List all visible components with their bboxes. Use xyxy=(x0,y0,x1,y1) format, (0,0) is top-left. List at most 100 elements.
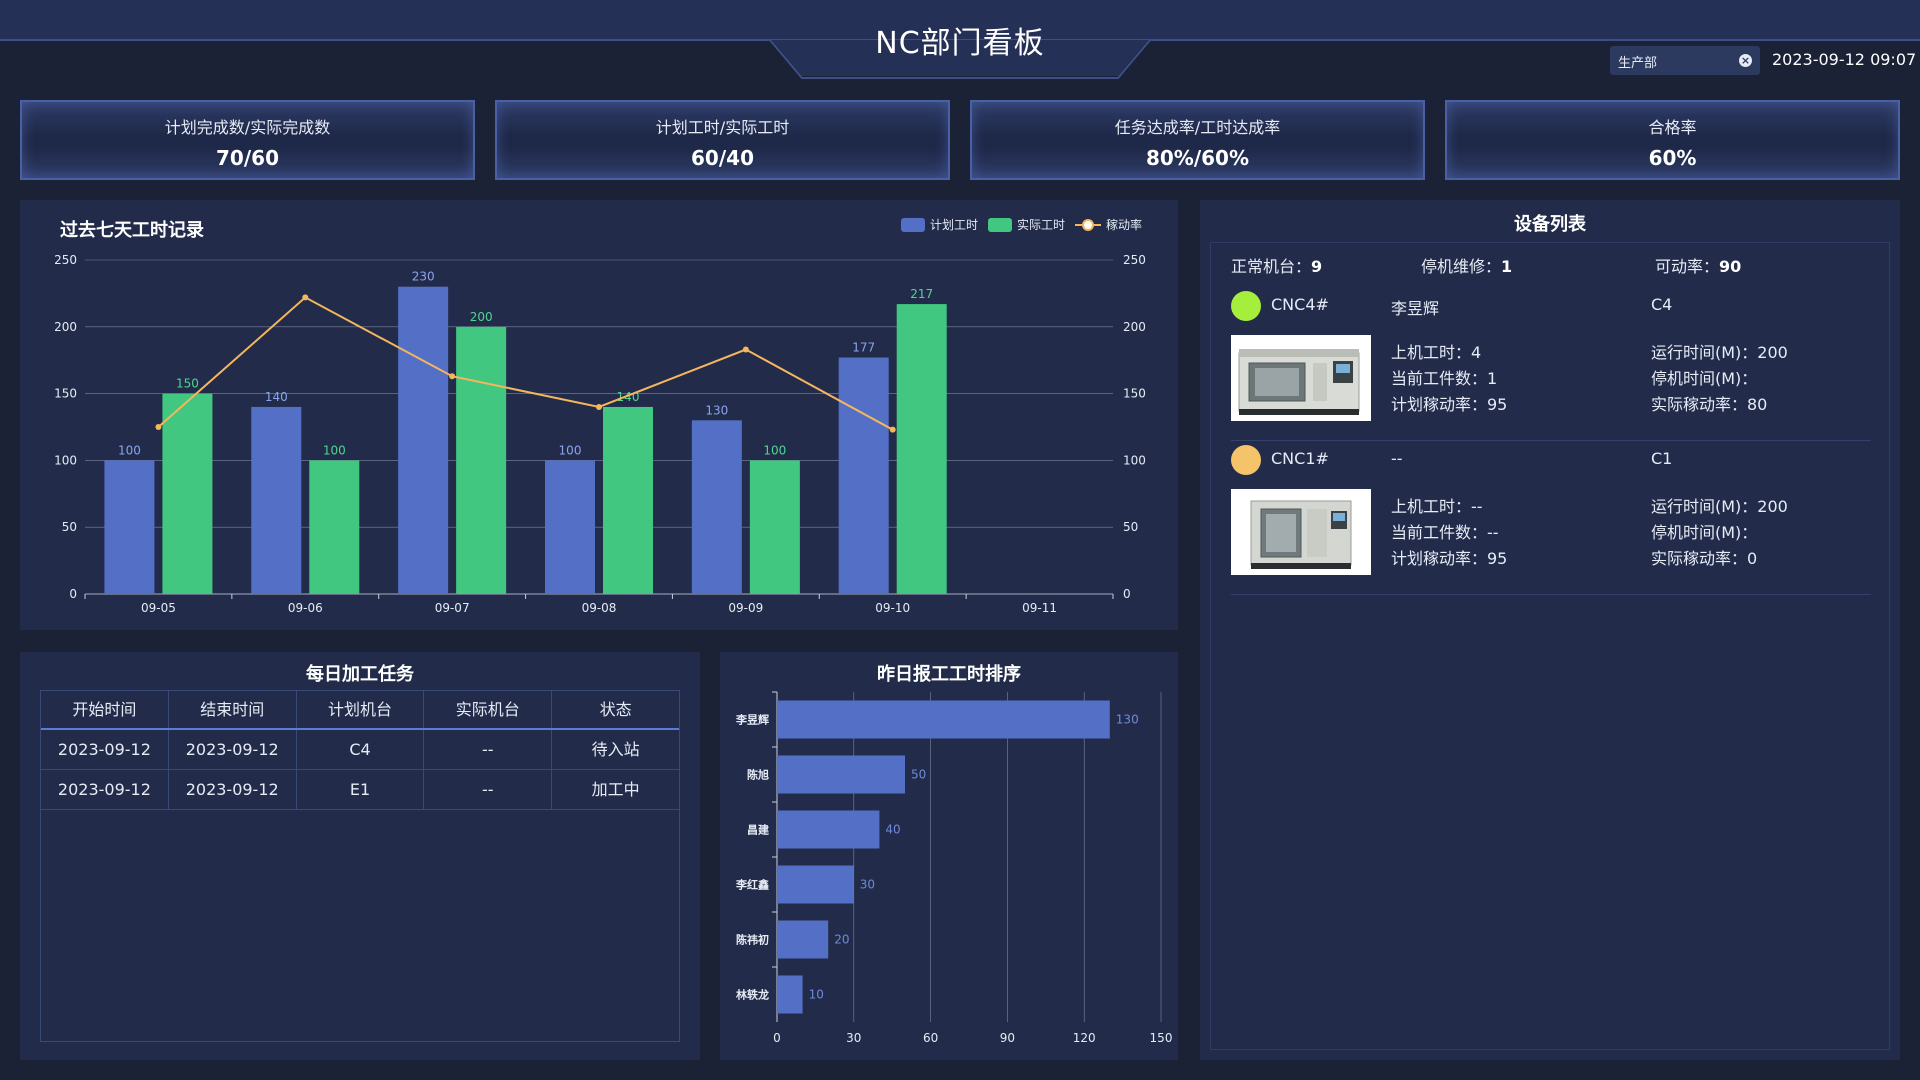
bar-rank xyxy=(777,865,854,904)
machine-plan-rate: 计划稼动率：95 xyxy=(1391,395,1508,414)
column-header[interactable]: 开始时间 xyxy=(41,691,169,728)
bar-plan xyxy=(545,460,595,594)
bar-plan xyxy=(104,460,155,594)
kpi-card-completion: 计划完成数/实际完成数 70/60 xyxy=(20,100,475,180)
table-header-row: 开始时间 结束时间 计划机台 实际机台 状态 xyxy=(41,691,679,730)
rate-point xyxy=(155,424,162,430)
clear-icon[interactable]: × xyxy=(1739,54,1752,67)
daily-tasks-title: 每日加工任务 xyxy=(306,664,414,685)
data-label: 130 xyxy=(1116,713,1139,727)
table-row[interactable]: 2023-09-12 2023-09-12 C4 -- 待入站 xyxy=(41,730,679,770)
kpi-card-achievement: 任务达成率/工时达成率 80%/60% xyxy=(970,100,1425,180)
data-label: 130 xyxy=(705,403,728,417)
x-tick-label: 0 xyxy=(773,1031,781,1045)
stat-normal-value: 9 xyxy=(1311,257,1323,276)
machine-card[interactable]: CNC4# 李昱辉 C4 上机工时：4 当前工件数：1 计划稼动率：95 运行时… xyxy=(1231,291,1871,441)
table-cell: C4 xyxy=(297,730,425,769)
cnc-machine-icon xyxy=(1238,349,1360,415)
column-header[interactable]: 状态 xyxy=(552,691,679,728)
ranking-panel: 昨日报工工时排序 0 30 60 90 120 150 李昱辉 130 陈旭 50 昌建 40 李红鑫 3… xyxy=(720,652,1178,1060)
y-tick-label: 陈祎初 xyxy=(736,933,769,947)
table-cell: 2023-09-12 xyxy=(169,770,297,809)
y-tick-label: 50 xyxy=(62,520,77,534)
rate-point xyxy=(302,294,309,301)
kpi-value: 80%/60% xyxy=(1145,146,1250,170)
kpi-card-hours: 计划工时/实际工时 60/40 xyxy=(495,100,950,180)
bar-actual xyxy=(309,460,360,594)
machine-actual-rate: 实际稼动率：80 xyxy=(1651,395,1768,414)
x-tick-label: 09-07 xyxy=(435,601,470,615)
y-tick-label: 100 xyxy=(54,453,77,467)
x-tick-label: 09-06 xyxy=(288,601,323,615)
bar-actual xyxy=(749,460,800,594)
x-tick-label: 90 xyxy=(1000,1031,1015,1045)
y-tick-label: 李红鑫 xyxy=(735,878,769,892)
bar-plan xyxy=(691,420,742,594)
data-label: 230 xyxy=(412,270,435,284)
y2-tick-label: 250 xyxy=(1123,253,1146,267)
stat-repair: 停机维修：1 xyxy=(1421,253,1512,277)
table-cell: -- xyxy=(424,770,553,809)
x-tick-label: 30 xyxy=(846,1031,861,1045)
column-header[interactable]: 实际机台 xyxy=(424,691,553,728)
y-tick-label: 林轶龙 xyxy=(736,988,769,1002)
table-cell: 2023-09-12 xyxy=(169,730,297,769)
data-label: 177 xyxy=(852,341,875,355)
machine-card[interactable]: CNC1# -- C1 上机工时：-- 当前工件数：-- 计划稼动率：95 运行… xyxy=(1231,445,1871,595)
column-header[interactable]: 计划机台 xyxy=(297,691,425,728)
cnc-machine-icon xyxy=(1250,500,1352,569)
machine-name: CNC4# xyxy=(1271,295,1329,314)
data-label: 30 xyxy=(860,878,875,892)
bar-actual xyxy=(162,393,213,594)
work-hours-chart: 0 50 100 150 200 250 0 50 100 150 200 250 09-05 09-06… xyxy=(54,253,1146,615)
equipment-title: 设备列表 xyxy=(1514,214,1586,235)
x-tick-label: 150 xyxy=(1150,1031,1173,1045)
stat-availability: 可动率：90 xyxy=(1655,253,1741,277)
machine-current-parts: 当前工件数：-- xyxy=(1391,523,1499,542)
column-header[interactable]: 结束时间 xyxy=(169,691,297,728)
data-label: 100 xyxy=(118,443,141,457)
machine-photo xyxy=(1231,489,1371,575)
stat-normal: 正常机台：9 xyxy=(1231,253,1322,277)
table-cell: 2023-09-12 xyxy=(41,770,169,809)
y-tick-label: 李昱辉 xyxy=(735,713,769,727)
rate-point xyxy=(449,373,456,380)
data-label: 217 xyxy=(910,287,933,301)
bar-plan xyxy=(838,357,889,594)
y2-tick-label: 50 xyxy=(1123,520,1138,534)
machine-run-time: 运行时间(M)：200 xyxy=(1651,343,1788,362)
x-tick-label: 09-09 xyxy=(728,601,763,615)
department-select[interactable]: 生产部 × xyxy=(1610,46,1760,75)
data-label: 100 xyxy=(763,443,786,457)
y2-tick-label: 0 xyxy=(1123,587,1131,601)
data-label: 150 xyxy=(176,377,199,391)
status-indicator xyxy=(1231,445,1261,475)
rate-point xyxy=(742,346,749,353)
equipment-panel: 设备列表 正常机台：9 停机维修：1 可动率：90 CNC4# 李昱辉 C4 上… xyxy=(1200,200,1900,1060)
kpi-card-pass-rate: 合格率 60% xyxy=(1445,100,1900,180)
kpi-value: 60/40 xyxy=(691,146,754,170)
bar-plan xyxy=(398,286,449,594)
stat-availability-label: 可动率： xyxy=(1655,257,1720,276)
kpi-value: 70/60 xyxy=(216,146,279,170)
y-tick-label: 0 xyxy=(69,587,77,601)
data-label: 100 xyxy=(323,443,346,457)
machine-current-parts: 当前工件数：1 xyxy=(1391,369,1498,388)
rate-point xyxy=(889,426,896,433)
data-label: 140 xyxy=(265,390,288,404)
data-label: 100 xyxy=(559,443,582,457)
machine-code: C4 xyxy=(1651,295,1673,314)
kpi-label: 任务达成率/工时达成率 xyxy=(1114,118,1281,137)
department-select-value: 生产部 xyxy=(1618,56,1658,71)
y2-tick-label: 100 xyxy=(1123,453,1146,467)
table-cell: 加工中 xyxy=(591,780,640,799)
status-indicator xyxy=(1231,291,1261,321)
machine-hours: 上机工时：-- xyxy=(1391,497,1483,516)
equipment-list: 正常机台：9 停机维修：1 可动率：90 CNC4# 李昱辉 C4 上机工时：4… xyxy=(1210,242,1890,1050)
header: NC部门看板 生产部 × 2023-09-12 09:07 xyxy=(0,0,1920,80)
machine-plan-rate: 计划稼动率：95 xyxy=(1391,549,1508,568)
bar-rank xyxy=(777,810,880,849)
table-row[interactable]: 2023-09-12 2023-09-12 E1 -- 加工中 xyxy=(41,770,679,810)
machine-actual-rate: 实际稼动率：0 xyxy=(1651,549,1758,568)
machine-operator: 李昱辉 xyxy=(1391,299,1440,318)
